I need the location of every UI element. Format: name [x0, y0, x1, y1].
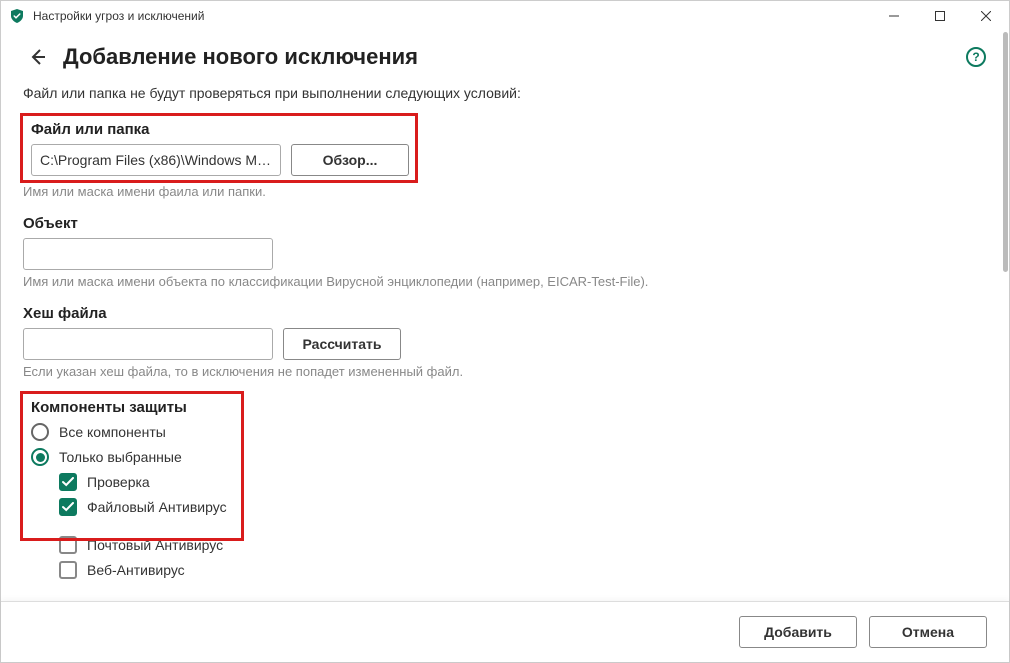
radio-selected-components[interactable] — [31, 448, 49, 466]
checkbox-file-av-label: Файловый Антивирус — [87, 499, 227, 515]
window-title: Настройки угроз и исключений — [33, 9, 204, 23]
components-label: Компоненты защиты — [31, 399, 979, 416]
hash-hint: Если указан хеш файла, то в исключения н… — [23, 364, 987, 379]
content-area: Файл или папка не будут проверяться при … — [1, 85, 1009, 601]
filepath-hint: Имя или маска имени фаила или папки. — [23, 184, 987, 199]
hash-label: Хеш файла — [23, 305, 987, 322]
window-controls — [871, 1, 1009, 31]
checkbox-scan[interactable] — [59, 473, 77, 491]
checkbox-file-av[interactable] — [59, 498, 77, 516]
object-label: Объект — [23, 215, 987, 232]
shield-icon — [9, 8, 25, 24]
radio-all-components[interactable] — [31, 423, 49, 441]
maximize-button[interactable] — [917, 1, 963, 31]
checkbox-web-av-label: Веб-Антивирус — [87, 562, 185, 578]
radio-all-label: Все компоненты — [59, 424, 166, 440]
checkbox-mail-av[interactable] — [59, 536, 77, 554]
object-input[interactable] — [23, 238, 273, 270]
help-button[interactable]: ? — [965, 46, 987, 68]
object-hint: Имя или маска имени объекта по классифик… — [23, 274, 987, 289]
add-button[interactable]: Добавить — [739, 616, 857, 648]
radio-selected-label: Только выбранные — [59, 449, 182, 465]
checkbox-mail-av-label: Почтовый Антивирус — [87, 537, 223, 553]
checkbox-web-av[interactable] — [59, 561, 77, 579]
cancel-button[interactable]: Отмена — [869, 616, 987, 648]
close-button[interactable] — [963, 1, 1009, 31]
filepath-label: Файл или папка — [31, 121, 979, 138]
page-title: Добавление нового исключения — [63, 44, 418, 70]
minimize-button[interactable] — [871, 1, 917, 31]
hash-input[interactable] — [23, 328, 273, 360]
calculate-button[interactable]: Рассчитать — [283, 328, 401, 360]
filepath-input[interactable] — [31, 144, 281, 176]
titlebar: Настройки угроз и исключений — [1, 1, 1009, 31]
intro-text: Файл или папка не будут проверяться при … — [23, 85, 987, 101]
page-header: Добавление нового исключения ? — [1, 31, 1009, 85]
browse-button[interactable]: Обзор... — [291, 144, 409, 176]
svg-text:?: ? — [972, 50, 979, 64]
back-button[interactable] — [23, 43, 51, 71]
footer: Добавить Отмена — [1, 601, 1009, 662]
checkbox-scan-label: Проверка — [87, 474, 150, 490]
